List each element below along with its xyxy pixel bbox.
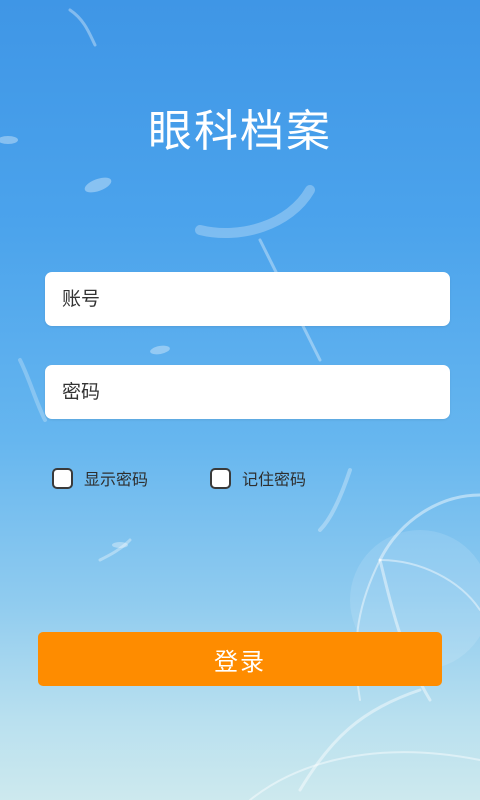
account-input[interactable]: [60, 287, 435, 311]
login-button[interactable]: 登录: [38, 632, 442, 686]
password-field[interactable]: [45, 365, 450, 419]
remember-password-label[interactable]: 记住密码: [242, 466, 306, 490]
account-field[interactable]: [45, 272, 450, 326]
show-password-label[interactable]: 显示密码: [84, 466, 148, 490]
remember-password-option[interactable]: 记住密码: [210, 466, 306, 490]
show-password-checkbox[interactable]: [52, 467, 73, 489]
app-title: 眼科档案: [148, 106, 332, 157]
remember-password-checkbox[interactable]: [210, 467, 231, 489]
show-password-option[interactable]: 显示密码: [52, 466, 148, 490]
password-input[interactable]: [60, 380, 435, 404]
